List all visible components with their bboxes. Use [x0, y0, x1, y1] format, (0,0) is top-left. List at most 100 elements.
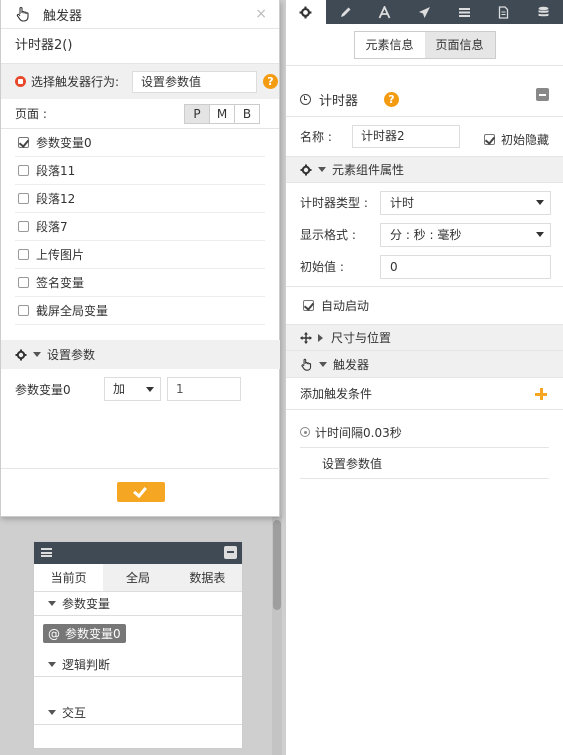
plus-icon[interactable]	[535, 388, 547, 400]
widget-header: 计时器 ?	[286, 82, 563, 116]
initial-value-input[interactable]: 0	[380, 255, 551, 279]
dialog-header: 触发器 ×	[1, 0, 279, 29]
confirm-button[interactable]	[117, 482, 165, 502]
timer-type-row: 计时器类型 : 计时	[286, 186, 563, 218]
help-icon[interactable]: ?	[384, 92, 399, 107]
page-mode-p[interactable]: P	[184, 104, 210, 124]
autostart-row[interactable]: 自动启动	[286, 286, 563, 324]
checkbox-checked[interactable]	[303, 300, 314, 311]
list-item-label: 参数变量0	[36, 136, 92, 150]
dropdown-arrow-icon	[146, 387, 154, 392]
list-item[interactable]: 段落12	[15, 185, 265, 213]
section-title: 元素组件属性	[332, 163, 405, 177]
menu-icon[interactable]	[41, 548, 52, 557]
hand-pointer-icon	[16, 6, 29, 22]
chevron-down-icon	[48, 710, 56, 715]
gear-icon[interactable]	[286, 0, 326, 24]
trigger-dialog: 触发器 × 计时器2() 选择触发器行为: 设置参数值 ? 页面 : P M B…	[0, 0, 280, 517]
params-section-header[interactable]: 参数变量	[34, 592, 242, 616]
name-input[interactable]: 计时器2	[352, 125, 460, 148]
page-mode-b[interactable]: B	[234, 104, 260, 124]
page-mode-m[interactable]: M	[209, 104, 235, 124]
param-value-input[interactable]: 1	[167, 377, 241, 401]
section-title: 触发器	[333, 357, 370, 372]
variables-panel: 当前页 全局 数据表 参数变量 @ 参数变量0 逻辑判断 交互	[33, 541, 243, 749]
field-label: 计时器类型 :	[300, 195, 368, 210]
send-icon[interactable]	[405, 0, 445, 24]
action-select[interactable]: 设置参数值	[132, 71, 257, 93]
document-icon[interactable]	[484, 0, 524, 24]
checkbox[interactable]	[18, 165, 29, 176]
database-icon[interactable]	[523, 0, 563, 24]
tab-data-table[interactable]: 数据表	[172, 564, 242, 591]
close-icon[interactable]: ×	[255, 6, 267, 22]
trigger-action[interactable]: 设置参数值	[300, 448, 549, 479]
checkbox-label: 初始隐藏	[501, 133, 550, 147]
size-position-section[interactable]: 尺寸与位置	[286, 324, 563, 351]
at-icon: @	[48, 626, 60, 641]
element-list: 参数变量0 段落11 段落12 段落7 上传图片 签名变量 截屏全局变量	[1, 129, 279, 325]
checkbox[interactable]	[18, 277, 29, 288]
checkbox-checked[interactable]	[18, 137, 29, 148]
checkbox-checked[interactable]	[484, 134, 495, 145]
checkbox[interactable]	[18, 193, 29, 204]
list-item[interactable]: 段落7	[15, 213, 265, 241]
list-item[interactable]: 上传图片	[15, 241, 265, 269]
variable-label: 参数变量0	[65, 627, 121, 641]
variable-chip[interactable]: @ 参数变量0	[43, 624, 126, 643]
tab-global[interactable]: 全局	[103, 564, 173, 591]
tab-element-info[interactable]: 元素信息	[355, 32, 425, 58]
page-mode-group: P M B	[184, 104, 260, 124]
font-icon[interactable]	[365, 0, 405, 24]
section-title: 参数变量	[62, 597, 111, 611]
field-label: 初始值 :	[300, 259, 344, 274]
interact-section-header[interactable]: 交互	[34, 701, 242, 725]
chevron-right-icon	[318, 333, 323, 342]
pencil-icon[interactable]	[326, 0, 366, 24]
variables-tabs: 当前页 全局 数据表	[34, 564, 242, 592]
list-item-label: 签名变量	[36, 276, 85, 290]
tab-current-page[interactable]: 当前页	[34, 564, 104, 591]
minimize-icon[interactable]	[224, 546, 237, 559]
list-item[interactable]: 截屏全局变量	[15, 297, 265, 325]
display-format-select[interactable]: 分 : 秒 : 毫秒	[380, 223, 551, 247]
variables-panel-header	[34, 542, 242, 564]
section-title: 尺寸与位置	[331, 331, 392, 345]
action-label: 设置参数值	[322, 456, 383, 471]
list-item[interactable]: 签名变量	[15, 269, 265, 297]
action-label: 选择触发器行为:	[31, 75, 120, 89]
checkbox[interactable]	[18, 305, 29, 316]
checkbox[interactable]	[18, 221, 29, 232]
list-item[interactable]: 参数变量0	[15, 129, 265, 157]
condition-dot-icon	[300, 427, 310, 437]
chevron-down-icon	[318, 167, 326, 172]
add-condition-row: 添加触发条件	[286, 378, 563, 410]
page-mode-row: 页面 : P M B	[1, 99, 279, 129]
checkbox[interactable]	[18, 249, 29, 260]
param-name: 参数变量0	[15, 382, 71, 397]
widget-title: 计时器	[319, 93, 359, 109]
timer-type-select[interactable]: 计时	[380, 191, 551, 215]
component-props-section[interactable]: 元素组件属性	[286, 156, 563, 183]
display-format-row: 显示格式 : 分 : 秒 : 毫秒	[286, 218, 563, 250]
canvas-scroll-thumb[interactable]	[273, 520, 281, 610]
collapse-icon[interactable]	[536, 88, 549, 101]
select-value: 分 : 秒 : 毫秒	[390, 228, 462, 242]
init-hidden-checkbox[interactable]: 初始隐藏	[484, 131, 549, 148]
chevron-down-icon	[48, 662, 56, 667]
list-item[interactable]: 段落11	[15, 157, 265, 185]
set-param-section-header[interactable]: 设置参数	[1, 340, 280, 369]
chevron-down-icon	[33, 352, 41, 357]
trigger-section[interactable]: 触发器	[286, 351, 563, 378]
field-label: 显示格式 :	[300, 227, 356, 242]
tab-page-info[interactable]: 页面信息	[424, 31, 495, 58]
list-item-label: 段落11	[36, 164, 76, 178]
properties-panel: 元素信息 页面信息 计时器 ? 名称 : 计时器2 初始隐藏 元素组件属性 计时…	[285, 0, 563, 755]
required-icon	[15, 76, 26, 87]
trigger-condition[interactable]: 计时间隔0.03秒	[300, 417, 549, 448]
help-icon[interactable]: ?	[263, 74, 278, 89]
logic-section-header[interactable]: 逻辑判断	[34, 653, 242, 677]
section-title: 交互	[62, 706, 87, 720]
operator-select[interactable]: 加	[104, 377, 161, 401]
list-icon[interactable]	[444, 0, 484, 24]
